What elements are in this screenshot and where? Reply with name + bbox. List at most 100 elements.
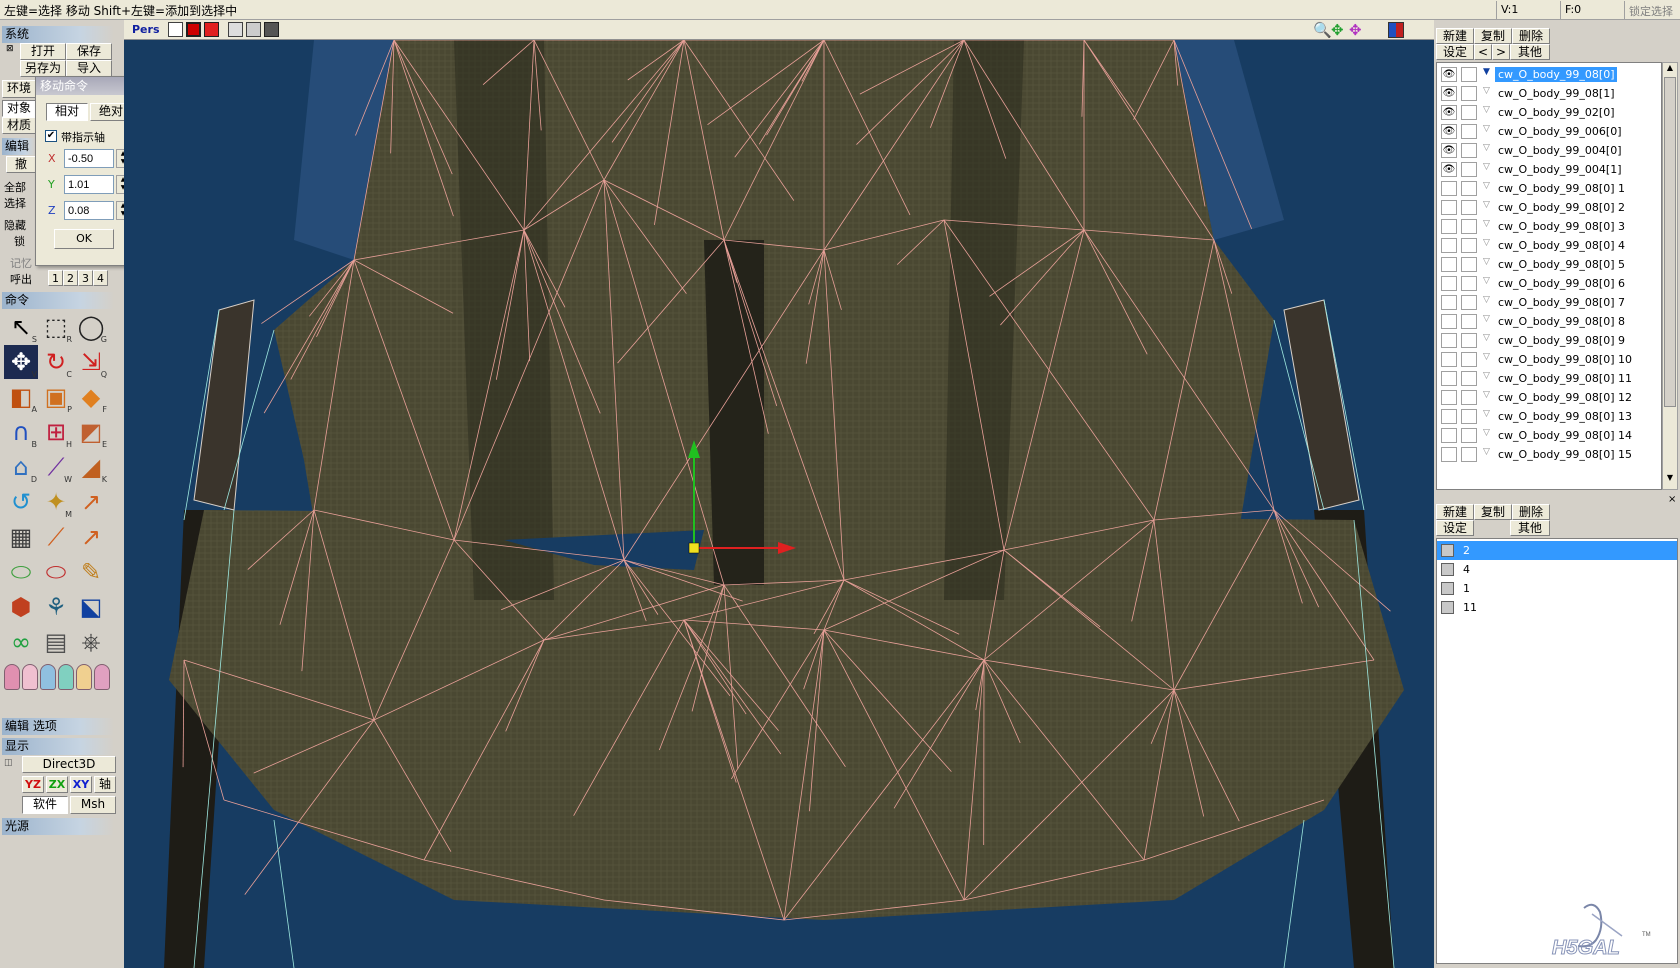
material-row[interactable]: 2: [1437, 541, 1677, 560]
rect-select-icon[interactable]: ⬚ R: [39, 310, 73, 344]
select-arrow-icon[interactable]: ↖ S: [4, 310, 38, 344]
character-avatars[interactable]: [4, 662, 112, 692]
lock-toggle[interactable]: [1461, 276, 1477, 291]
lock-toggle[interactable]: [1461, 238, 1477, 253]
material-swatch[interactable]: [1441, 544, 1454, 557]
pan-icon[interactable]: ✥: [1331, 21, 1344, 39]
save-button[interactable]: 保存: [66, 43, 112, 60]
axis-yz-button[interactable]: YZ: [22, 776, 44, 793]
expand-icon[interactable]: ▽: [1483, 295, 1490, 305]
script-icon[interactable]: ▤: [39, 625, 73, 659]
object-row[interactable]: ▽ cw_O_body_99_08[0] 1: [1437, 179, 1661, 198]
x-input[interactable]: [64, 149, 114, 168]
visibility-eye-icon[interactable]: 👁: [1441, 124, 1457, 139]
rotate-icon[interactable]: ↻ C: [39, 345, 73, 379]
orbit-icon[interactable]: ✥: [1349, 21, 1362, 39]
curve-icon[interactable]: ⟋: [39, 520, 73, 554]
wand-icon[interactable]: ✦ M: [39, 485, 73, 519]
material-row[interactable]: 1: [1437, 579, 1677, 598]
scale-icon[interactable]: ⇲ Q: [74, 345, 108, 379]
open-button[interactable]: 打开: [20, 43, 66, 60]
view-grid-icon[interactable]: [264, 22, 279, 37]
expand-icon[interactable]: ▽: [1483, 219, 1490, 229]
expand-icon[interactable]: ▽: [1483, 390, 1490, 400]
scroll-thumb[interactable]: [1664, 77, 1676, 407]
visibility-eye-icon[interactable]: [1441, 257, 1457, 272]
lock-toggle[interactable]: [1461, 181, 1477, 196]
expand-icon[interactable]: ▽: [1483, 200, 1490, 210]
magnet-icon[interactable]: ∩ B: [4, 415, 38, 449]
visibility-eye-icon[interactable]: [1441, 447, 1457, 462]
cylinder-edit-icon[interactable]: ⬭: [39, 555, 73, 589]
ok-button[interactable]: OK: [54, 229, 114, 249]
visibility-eye-icon[interactable]: [1441, 314, 1457, 329]
view-frame-icon[interactable]: [186, 22, 201, 37]
path-icon[interactable]: ↗: [74, 520, 108, 554]
object-delete-button[interactable]: 删除: [1512, 28, 1550, 44]
hide-button[interactable]: 隐藏: [4, 217, 36, 233]
lock-toggle[interactable]: [1461, 162, 1477, 177]
expand-icon[interactable]: ▼: [1483, 67, 1490, 77]
object-row[interactable]: ▽ cw_O_body_99_08[0] 11: [1437, 369, 1661, 388]
object-row[interactable]: ▽ cw_O_body_99_08[0] 6: [1437, 274, 1661, 293]
software-render-button[interactable]: 软件: [22, 796, 68, 814]
twist-icon[interactable]: ↺: [4, 485, 38, 519]
visibility-eye-icon[interactable]: [1441, 295, 1457, 310]
object-row[interactable]: ▽ cw_O_body_99_08[0] 5: [1437, 255, 1661, 274]
object-row[interactable]: ▽ cw_O_body_99_08[0] 7: [1437, 293, 1661, 312]
expand-icon[interactable]: ▽: [1483, 257, 1490, 267]
lock-toggle[interactable]: [1461, 200, 1477, 215]
visibility-eye-icon[interactable]: [1441, 219, 1457, 234]
view-layer-icon[interactable]: [246, 22, 261, 37]
material-delete-button[interactable]: 删除: [1512, 504, 1550, 520]
avatar-icon[interactable]: [76, 664, 92, 690]
lock-toggle[interactable]: [1461, 219, 1477, 234]
view-fit-icon[interactable]: [168, 22, 183, 37]
expand-icon[interactable]: ▽: [1483, 181, 1490, 191]
lock-toggle[interactable]: [1461, 428, 1477, 443]
box-icon[interactable]: ▣ P: [39, 380, 73, 414]
extrude-icon[interactable]: ◩ E: [74, 415, 108, 449]
material-swatch[interactable]: [1441, 563, 1454, 576]
visibility-eye-icon[interactable]: 👁: [1441, 67, 1457, 82]
lock-toggle[interactable]: [1461, 105, 1477, 120]
lock-toggle[interactable]: [1461, 409, 1477, 424]
expand-icon[interactable]: ▽: [1483, 143, 1490, 153]
move-icon[interactable]: ✥ V: [4, 345, 38, 379]
lock-button[interactable]: 锁: [14, 233, 36, 249]
memory-slot-3[interactable]: 3: [78, 270, 93, 286]
memory-slot-2[interactable]: 2: [63, 270, 78, 286]
lock-toggle[interactable]: [1461, 257, 1477, 272]
lock-selection-toggle[interactable]: 锁定选择: [1624, 1, 1680, 19]
avatar-icon[interactable]: [58, 664, 74, 690]
view-copy-icon[interactable]: [228, 22, 243, 37]
lock-toggle[interactable]: [1461, 86, 1477, 101]
object-new-button[interactable]: 新建: [1436, 28, 1474, 44]
select-all-button[interactable]: 全部: [4, 179, 36, 195]
visibility-eye-icon[interactable]: [1441, 238, 1457, 253]
object-row[interactable]: 👁 ▽ cw_O_body_99_02[0]: [1437, 103, 1661, 122]
object-row[interactable]: ▽ cw_O_body_99_08[0] 15: [1437, 445, 1661, 464]
object-row[interactable]: ▽ cw_O_body_99_08[0] 9: [1437, 331, 1661, 350]
material-swatch[interactable]: [1441, 601, 1454, 614]
object-list[interactable]: 👁 ▼ cw_O_body_99_08[0] 👁 ▽ cw_O_body_99_08[1]…: [1436, 62, 1662, 490]
material-row[interactable]: 4: [1437, 560, 1677, 579]
saveas-button[interactable]: 另存为: [20, 60, 66, 77]
object-row[interactable]: ▽ cw_O_body_99_08[0] 14: [1437, 426, 1661, 445]
expand-icon[interactable]: ▽: [1483, 447, 1490, 457]
avatar-icon[interactable]: [94, 664, 110, 690]
lock-toggle[interactable]: [1461, 295, 1477, 310]
bevel-icon[interactable]: ◢ K: [74, 450, 108, 484]
visibility-eye-icon[interactable]: [1441, 333, 1457, 348]
environment-button[interactable]: 环境: [2, 80, 36, 98]
material-settings-button[interactable]: 设定: [1436, 520, 1474, 536]
material-button[interactable]: 材质: [2, 117, 36, 134]
3d-viewport[interactable]: Pers 🔍 ✥ ✥: [124, 20, 1434, 968]
expand-icon[interactable]: ▽: [1483, 333, 1490, 343]
lock-toggle[interactable]: [1461, 314, 1477, 329]
expand-icon[interactable]: ▽: [1483, 409, 1490, 419]
object-button[interactable]: 对象: [2, 100, 36, 117]
select-menu-button[interactable]: 选择: [4, 195, 36, 211]
expand-icon[interactable]: ▽: [1483, 238, 1490, 248]
camera-icon[interactable]: ⎈: [74, 625, 108, 659]
